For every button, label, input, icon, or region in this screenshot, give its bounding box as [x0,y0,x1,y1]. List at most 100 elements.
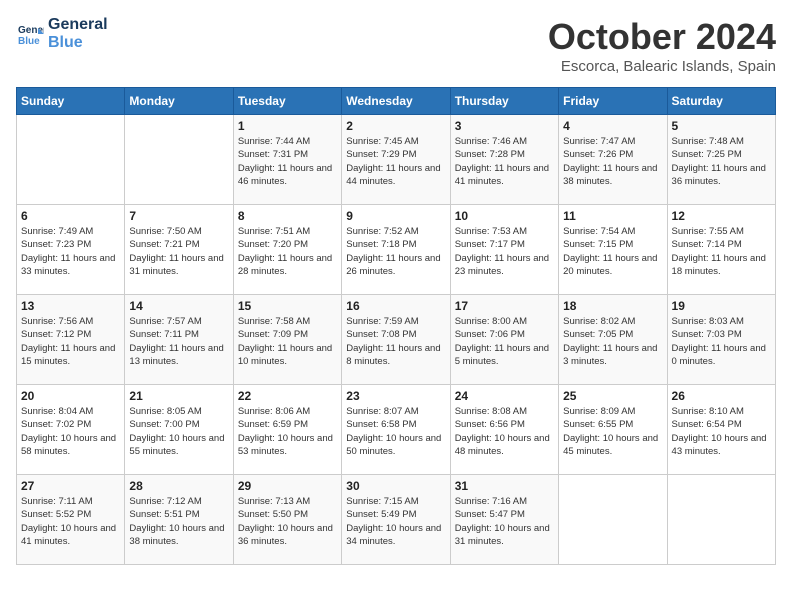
calendar-cell: 29 Sunrise: 7:13 AM Sunset: 5:50 PM Dayli… [233,475,341,565]
calendar-cell: 30 Sunrise: 7:15 AM Sunset: 5:49 PM Dayli… [342,475,450,565]
day-info: Sunrise: 7:15 AM Sunset: 5:49 PM Dayligh… [346,495,445,548]
day-number: 29 [238,479,337,493]
day-number: 25 [563,389,662,403]
day-number: 12 [672,209,771,223]
page-header: General Blue General Blue October 2024 E… [16,16,776,75]
day-number: 24 [455,389,554,403]
weekday-header: Saturday [667,88,775,115]
calendar-cell: 25Sunrise: 8:09 AM Sunset: 6:55 PM Dayli… [559,385,667,475]
calendar-cell: 27Sunrise: 7:11 AM Sunset: 5:52 PM Dayli… [17,475,125,565]
day-number: 17 [455,299,554,313]
day-info: Sunrise: 8:03 AM Sunset: 7:03 PM Dayligh… [672,315,771,368]
day-info: Sunrise: 8:05 AM Sunset: 7:00 PM Dayligh… [129,405,228,458]
calendar-cell: 16 Sunrise: 7:59 AM Sunset: 7:08 PM Dayli… [342,295,450,385]
calendar-cell [17,115,125,205]
calendar-week-row: 27Sunrise: 7:11 AM Sunset: 5:52 PM Dayli… [17,475,776,565]
calendar-week-row: 1Sunrise: 7:44 AM Sunset: 7:31 PM Daylig… [17,115,776,205]
day-info: Sunrise: 8:02 AM Sunset: 7:05 PM Dayligh… [563,315,662,368]
day-info: Sunrise: 8:07 AM Sunset: 6:58 PM Dayligh… [346,405,445,458]
day-info: Sunrise: 7:57 AM Sunset: 7:11 PM Dayligh… [129,315,228,368]
calendar-cell: 23 Sunrise: 8:07 AM Sunset: 6:58 PM Dayli… [342,385,450,475]
day-number: 2 [346,119,445,133]
calendar-cell: 12 Sunrise: 7:55 AM Sunset: 7:14 PM Dayli… [667,205,775,295]
calendar-table: SundayMondayTuesdayWednesdayThursdayFrid… [16,87,776,565]
day-info: Sunrise: 8:08 AM Sunset: 6:56 PM Dayligh… [455,405,554,458]
day-number: 7 [129,209,228,223]
calendar-week-row: 20 Sunrise: 8:04 AM Sunset: 7:02 PM Dayli… [17,385,776,475]
day-number: 23 [346,389,445,403]
calendar-cell: 1Sunrise: 7:44 AM Sunset: 7:31 PM Daylig… [233,115,341,205]
weekday-header: Friday [559,88,667,115]
day-number: 10 [455,209,554,223]
calendar-cell: 24 Sunrise: 8:08 AM Sunset: 6:56 PM Dayli… [450,385,558,475]
calendar-cell [125,115,233,205]
logo-line1: General [48,16,108,34]
calendar-cell: 18 Sunrise: 8:02 AM Sunset: 7:05 PM Dayli… [559,295,667,385]
day-number: 21 [129,389,228,403]
calendar-cell: 3 Sunrise: 7:46 AM Sunset: 7:28 PM Daylig… [450,115,558,205]
day-number: 16 [346,299,445,313]
day-number: 19 [672,299,771,313]
day-info: Sunrise: 7:45 AM Sunset: 7:29 PM Dayligh… [346,135,445,188]
day-info: Sunrise: 8:10 AM Sunset: 6:54 PM Dayligh… [672,405,771,458]
day-number: 8 [238,209,337,223]
calendar-cell: 10 Sunrise: 7:53 AM Sunset: 7:17 PM Dayli… [450,205,558,295]
calendar-cell: 5Sunrise: 7:48 AM Sunset: 7:25 PM Daylig… [667,115,775,205]
logo-line2: Blue [48,34,108,52]
calendar-cell [559,475,667,565]
weekday-header: Thursday [450,88,558,115]
logo: General Blue General Blue [16,16,108,51]
day-number: 3 [455,119,554,133]
day-number: 26 [672,389,771,403]
day-number: 18 [563,299,662,313]
calendar-cell: 21 Sunrise: 8:05 AM Sunset: 7:00 PM Dayli… [125,385,233,475]
day-info: Sunrise: 8:06 AM Sunset: 6:59 PM Dayligh… [238,405,337,458]
day-info: Sunrise: 7:55 AM Sunset: 7:14 PM Dayligh… [672,225,771,278]
calendar-cell: 19 Sunrise: 8:03 AM Sunset: 7:03 PM Dayli… [667,295,775,385]
calendar-cell: 11Sunrise: 7:54 AM Sunset: 7:15 PM Dayli… [559,205,667,295]
calendar-cell: 2 Sunrise: 7:45 AM Sunset: 7:29 PM Daylig… [342,115,450,205]
calendar-cell: 14 Sunrise: 7:57 AM Sunset: 7:11 PM Dayli… [125,295,233,385]
calendar-header: SundayMondayTuesdayWednesdayThursdayFrid… [17,88,776,115]
calendar-cell: 22 Sunrise: 8:06 AM Sunset: 6:59 PM Dayli… [233,385,341,475]
day-number: 22 [238,389,337,403]
calendar-cell: 6Sunrise: 7:49 AM Sunset: 7:23 PM Daylig… [17,205,125,295]
day-number: 28 [129,479,228,493]
day-info: Sunrise: 8:04 AM Sunset: 7:02 PM Dayligh… [21,405,120,458]
weekday-header: Wednesday [342,88,450,115]
day-number: 1 [238,119,337,133]
calendar-cell: 13Sunrise: 7:56 AM Sunset: 7:12 PM Dayli… [17,295,125,385]
svg-text:Blue: Blue [18,36,40,47]
day-info: Sunrise: 7:16 AM Sunset: 5:47 PM Dayligh… [455,495,554,548]
title-block: October 2024 Escorca, Balearic Islands, … [548,16,776,75]
day-info: Sunrise: 7:50 AM Sunset: 7:21 PM Dayligh… [129,225,228,278]
day-info: Sunrise: 7:47 AM Sunset: 7:26 PM Dayligh… [563,135,662,188]
day-number: 20 [21,389,120,403]
day-info: Sunrise: 7:53 AM Sunset: 7:17 PM Dayligh… [455,225,554,278]
weekday-header: Monday [125,88,233,115]
logo-icon: General Blue [16,20,44,48]
day-info: Sunrise: 7:59 AM Sunset: 7:08 PM Dayligh… [346,315,445,368]
day-number: 15 [238,299,337,313]
weekday-header: Tuesday [233,88,341,115]
calendar-cell: 28 Sunrise: 7:12 AM Sunset: 5:51 PM Dayli… [125,475,233,565]
day-info: Sunrise: 7:12 AM Sunset: 5:51 PM Dayligh… [129,495,228,548]
calendar-cell: 26 Sunrise: 8:10 AM Sunset: 6:54 PM Dayli… [667,385,775,475]
day-info: Sunrise: 7:46 AM Sunset: 7:28 PM Dayligh… [455,135,554,188]
day-info: Sunrise: 7:51 AM Sunset: 7:20 PM Dayligh… [238,225,337,278]
calendar-week-row: 6Sunrise: 7:49 AM Sunset: 7:23 PM Daylig… [17,205,776,295]
day-info: Sunrise: 7:13 AM Sunset: 5:50 PM Dayligh… [238,495,337,548]
day-info: Sunrise: 8:00 AM Sunset: 7:06 PM Dayligh… [455,315,554,368]
location-title: Escorca, Balearic Islands, Spain [548,58,776,75]
calendar-cell: 7 Sunrise: 7:50 AM Sunset: 7:21 PM Daylig… [125,205,233,295]
calendar-cell: 20 Sunrise: 8:04 AM Sunset: 7:02 PM Dayli… [17,385,125,475]
day-number: 30 [346,479,445,493]
day-info: Sunrise: 7:49 AM Sunset: 7:23 PM Dayligh… [21,225,120,278]
day-info: Sunrise: 7:48 AM Sunset: 7:25 PM Dayligh… [672,135,771,188]
day-number: 14 [129,299,228,313]
day-number: 27 [21,479,120,493]
day-number: 9 [346,209,445,223]
calendar-cell: 15Sunrise: 7:58 AM Sunset: 7:09 PM Dayli… [233,295,341,385]
day-number: 11 [563,209,662,223]
day-number: 31 [455,479,554,493]
